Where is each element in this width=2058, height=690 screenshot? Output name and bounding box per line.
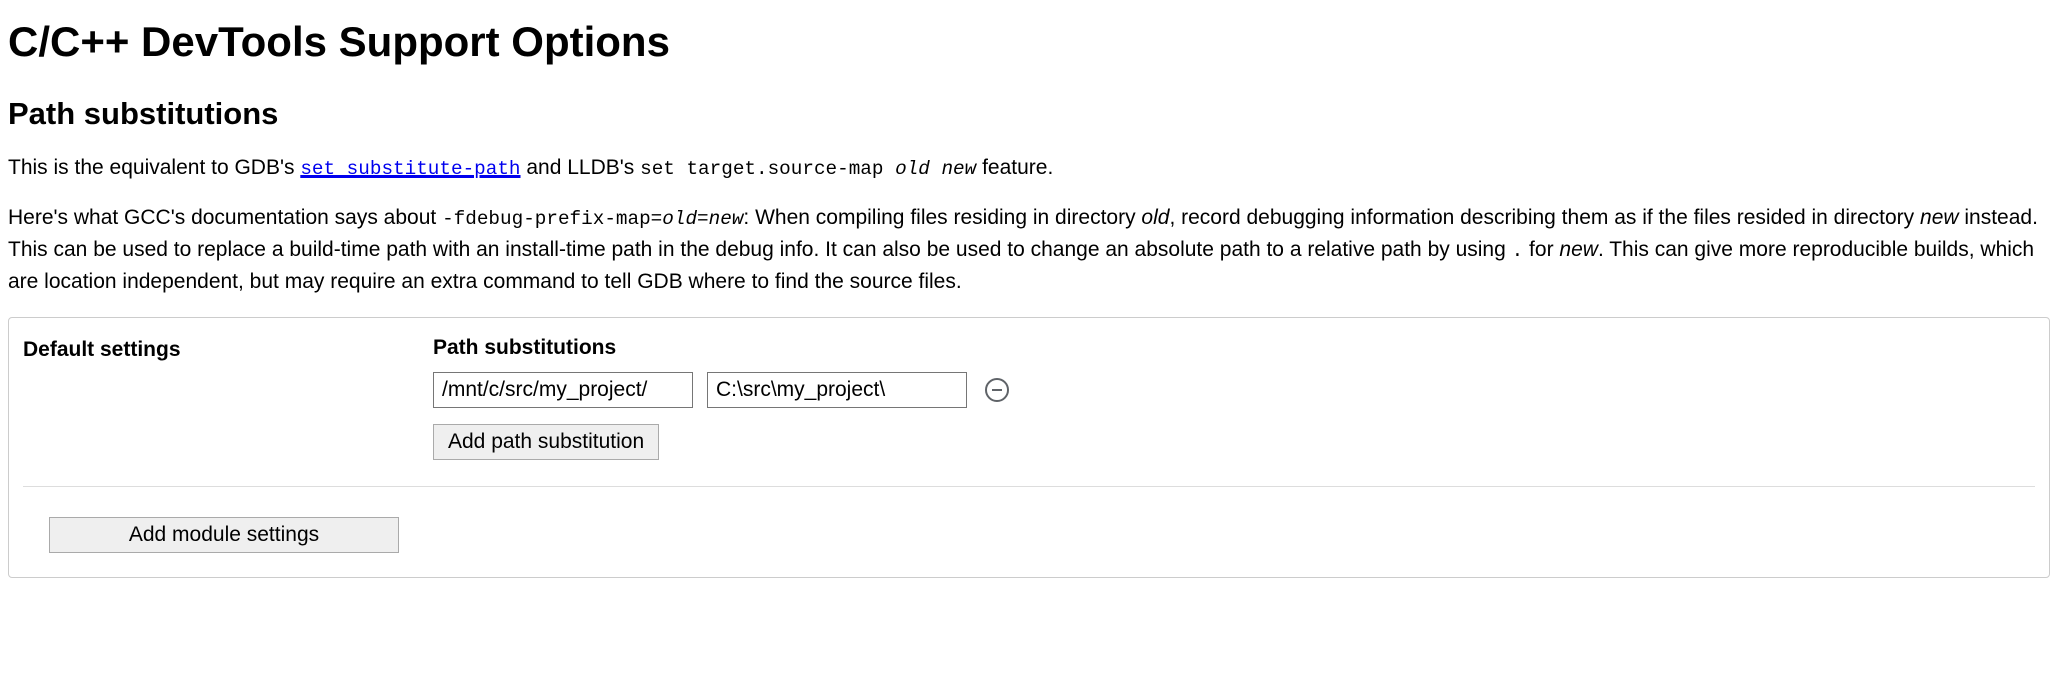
- text: set target.source-map: [640, 158, 895, 180]
- text: for: [1523, 238, 1559, 261]
- em-new: new: [1920, 206, 1959, 229]
- minus-icon: [992, 389, 1002, 391]
- link-code: set substitute-path: [300, 158, 520, 180]
- em-new: new: [941, 158, 976, 180]
- text: : When compiling files residing in direc…: [743, 206, 1141, 229]
- text: This is the equivalent to GDB's: [8, 156, 300, 179]
- inline-code: set target.source-map old new: [640, 158, 976, 180]
- divider: [23, 486, 2035, 487]
- remove-row-button[interactable]: [985, 378, 1009, 402]
- add-module-settings-button[interactable]: Add module settings: [49, 517, 399, 553]
- path-to-input[interactable]: [707, 372, 967, 408]
- default-settings-row: Default settings Path substitutions Add …: [23, 336, 2035, 460]
- text: [930, 158, 942, 180]
- description-paragraph-1: This is the equivalent to GDB's set subs…: [8, 152, 2050, 184]
- path-substitution-row: [433, 372, 2035, 408]
- text: and LLDB's: [521, 156, 641, 179]
- em-new: new: [1559, 238, 1598, 261]
- text: -fdebug-prefix-map=: [442, 208, 662, 230]
- inline-code: -fdebug-prefix-map=old=new: [442, 208, 743, 230]
- add-module-wrapper: Add module settings: [23, 517, 2035, 553]
- text: =: [697, 208, 709, 230]
- text: feature.: [976, 156, 1053, 179]
- text: , record debugging information describin…: [1169, 206, 1920, 229]
- default-settings-label: Default settings: [23, 336, 413, 362]
- add-path-substitution-button[interactable]: Add path substitution: [433, 424, 659, 460]
- set-substitute-path-link[interactable]: set substitute-path: [300, 156, 520, 179]
- path-substitutions-subheading: Path substitutions: [433, 336, 2035, 360]
- settings-right-column: Path substitutions Add path substitution: [433, 336, 2035, 460]
- em-old: old: [1141, 206, 1169, 229]
- text: Here's what GCC's documentation says abo…: [8, 206, 442, 229]
- description-paragraph-2: Here's what GCC's documentation says abo…: [8, 202, 2050, 297]
- settings-panel: Default settings Path substitutions Add …: [8, 317, 2050, 578]
- inline-code-dot: .: [1512, 240, 1524, 262]
- em-old: old: [895, 158, 930, 180]
- em-old: old: [662, 208, 697, 230]
- em-new: new: [709, 208, 744, 230]
- section-heading: Path substitutions: [8, 96, 2050, 132]
- path-from-input[interactable]: [433, 372, 693, 408]
- page-title: C/C++ DevTools Support Options: [8, 18, 2050, 66]
